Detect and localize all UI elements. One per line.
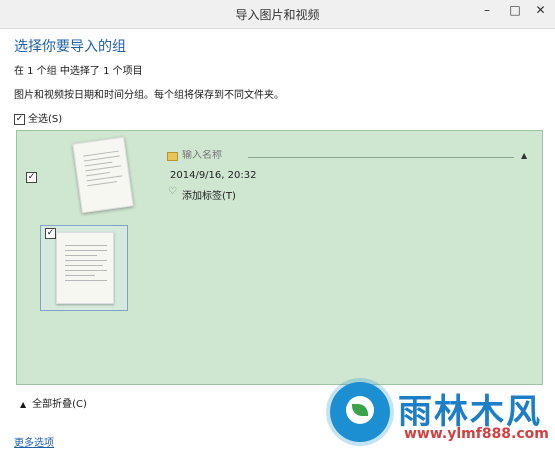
- group-checkbox[interactable]: ✓: [26, 172, 37, 183]
- title-bar: 导入图片和视频 – □ ✕: [0, 0, 555, 29]
- folder-icon: [167, 152, 178, 161]
- select-all-label: 全选(S): [28, 114, 63, 125]
- collapse-all-label: 全部折叠(C): [32, 399, 87, 410]
- photo-thumbnail: [56, 232, 114, 304]
- close-button[interactable]: ✕: [526, 0, 555, 22]
- grouping-info: 图片和视频按日期和时间分组。每个组将保存到不同文件夹。: [14, 90, 284, 101]
- watermark-url: www.ylmf888.com: [404, 426, 549, 442]
- select-all-checkbox[interactable]: ✓ 全选(S): [14, 110, 62, 125]
- selection-summary: 在 1 个组 中选择了 1 个项目: [14, 66, 143, 77]
- checkmark-icon: ✓: [14, 113, 25, 125]
- tag-icon: ♡: [168, 186, 177, 197]
- add-tag-link[interactable]: 添加标签(T): [182, 187, 236, 202]
- chevron-up-icon: ▲: [20, 400, 27, 409]
- collapse-group-icon[interactable]: ▲: [521, 151, 527, 160]
- watermark: 雨林木风 www.ylmf888.com: [330, 382, 549, 462]
- name-underline: [248, 157, 514, 158]
- group-thumbnail: [72, 136, 134, 214]
- minimize-button[interactable]: –: [472, 0, 502, 22]
- page-heading: 选择你要导入的组: [14, 39, 126, 55]
- collapse-all-button[interactable]: ▲ 全部折叠(C): [20, 395, 87, 410]
- group-date: 2014/9/16, 20:32: [170, 170, 257, 181]
- more-options-link[interactable]: 更多选项: [14, 434, 54, 449]
- photo-checkbox[interactable]: ✓: [45, 228, 56, 239]
- group-name-input[interactable]: [182, 150, 242, 161]
